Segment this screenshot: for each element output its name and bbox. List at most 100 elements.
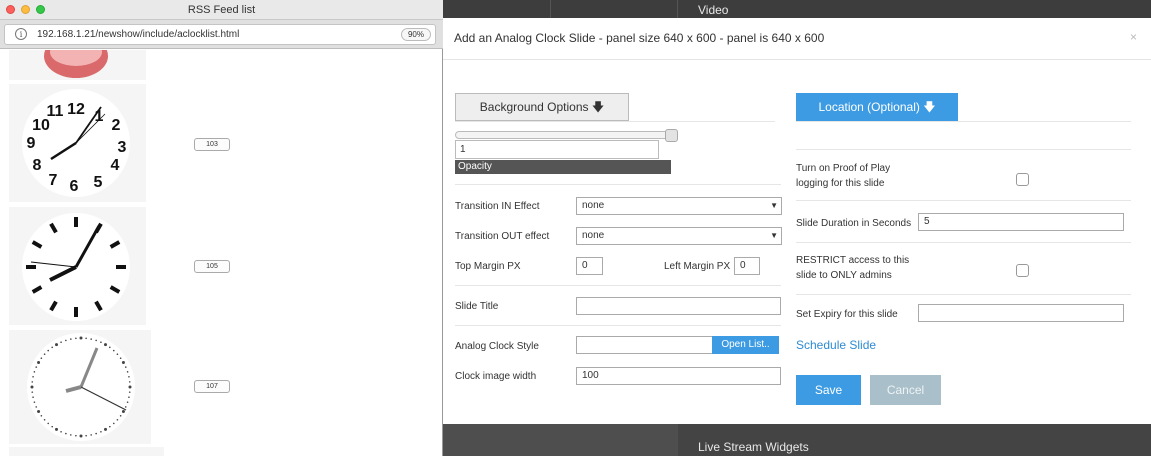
left-margin-label: Left Margin PX xyxy=(664,261,731,272)
url-text: 192.168.1.21/newshow/include/aclocklist.… xyxy=(37,29,240,40)
clock-dot xyxy=(51,425,53,428)
clock-id-button[interactable]: 107 xyxy=(194,380,230,393)
left-margin-input[interactable]: 0 xyxy=(734,257,760,275)
clock-dot xyxy=(95,339,97,342)
clock-dot xyxy=(128,391,131,393)
clock-thumbnail-107[interactable] xyxy=(9,330,151,444)
clock-numeral: 11 xyxy=(47,103,64,120)
analog-clock-style-input[interactable] xyxy=(576,336,713,354)
clock-numeral: 7 xyxy=(49,172,58,189)
zoom-badge[interactable]: 90% xyxy=(401,28,431,41)
clock-numeral: 3 xyxy=(118,139,127,156)
restrict-label-line-1: RESTRICT access to this xyxy=(796,255,910,266)
slide-title-label: Slide Title xyxy=(455,301,499,312)
clock-dot xyxy=(109,346,111,349)
red-clock-icon xyxy=(44,50,108,78)
dotted-clock-icon xyxy=(27,333,135,441)
transition-out-label: Transition OUT effect xyxy=(455,231,550,242)
schedule-slide-link[interactable]: Schedule Slide xyxy=(796,338,876,352)
divider xyxy=(796,121,1131,122)
clock-dot xyxy=(75,337,77,340)
clock-thumbnail-105[interactable] xyxy=(9,207,146,325)
transition-out-select[interactable]: none ▼ xyxy=(576,227,782,245)
chevron-down-icon: ▼ xyxy=(770,201,778,210)
menu-item-video[interactable]: Video xyxy=(678,2,1151,18)
clock-id-button[interactable]: 103 xyxy=(194,138,230,151)
clock-id-button[interactable]: 105 xyxy=(194,260,230,273)
clock-thumbnail[interactable] xyxy=(9,447,164,456)
clock-dot xyxy=(43,418,46,421)
clock-dot xyxy=(116,353,119,356)
clock-dot xyxy=(121,410,125,413)
top-margin-input[interactable]: 0 xyxy=(576,257,603,275)
clock-dot xyxy=(60,341,62,344)
opacity-input[interactable]: 1 xyxy=(455,140,659,159)
opacity-slider-handle[interactable] xyxy=(665,129,678,142)
window-titlebar: RSS Feed list xyxy=(0,0,443,20)
divider xyxy=(796,294,1131,295)
divider xyxy=(796,200,1131,201)
background-panel xyxy=(443,424,678,456)
clock-numeral: 5 xyxy=(94,174,103,191)
clock-dot xyxy=(55,343,58,347)
cancel-button[interactable]: Cancel xyxy=(870,375,941,405)
clock-numeral: 6 xyxy=(70,178,79,195)
divider xyxy=(455,184,781,185)
clock-dot xyxy=(75,434,77,437)
top-margin-label: Top Margin PX xyxy=(455,261,521,272)
transition-in-select[interactable]: none ▼ xyxy=(576,197,782,215)
menu-item-live-stream-widgets[interactable]: Live Stream Widgets xyxy=(678,438,1151,456)
expiry-label: Set Expiry for this slide xyxy=(796,309,898,320)
opacity-slider-track[interactable] xyxy=(455,131,677,139)
bar-marker-clock-icon xyxy=(22,213,130,321)
opacity-label: Opacity xyxy=(455,160,671,174)
clock-numeral: 9 xyxy=(27,135,36,152)
clock-dot xyxy=(85,337,87,340)
clock-dot xyxy=(51,346,53,349)
clock-dot xyxy=(100,341,102,344)
close-icon[interactable]: × xyxy=(1130,30,1137,44)
info-icon[interactable]: i xyxy=(15,28,27,40)
clock-thumbnail-103[interactable]: 12 1 2 3 4 5 6 7 8 9 10 11 xyxy=(9,84,146,202)
clock-dot xyxy=(35,366,38,368)
proof-of-play-label-line-1: Turn on Proof of Play xyxy=(796,163,891,174)
location-button[interactable]: Location (Optional) 🡇 xyxy=(796,93,958,121)
divider xyxy=(796,242,1131,243)
clock-dot xyxy=(104,427,107,431)
transition-in-label: Transition IN Effect xyxy=(455,201,540,212)
modal-header: Add an Analog Clock Slide - panel size 6… xyxy=(443,18,1151,60)
clock-image-width-input[interactable]: 100 xyxy=(576,367,781,385)
proof-of-play-checkbox[interactable] xyxy=(1016,173,1029,186)
clock-dot xyxy=(104,343,107,347)
expiry-input[interactable] xyxy=(918,304,1124,322)
divider xyxy=(796,149,1131,150)
restrict-admins-checkbox[interactable] xyxy=(1016,264,1029,277)
clock-dot xyxy=(109,425,111,428)
browser-window: RSS Feed list i 192.168.1.21/newshow/inc… xyxy=(0,0,443,456)
address-bar: i 192.168.1.21/newshow/include/aclocklis… xyxy=(0,20,443,49)
clock-dot xyxy=(31,381,34,383)
clock-dot xyxy=(128,381,131,383)
clock-dot xyxy=(79,434,83,438)
clock-thumbnail[interactable] xyxy=(9,50,146,80)
clock-dot xyxy=(90,338,92,340)
clock-dot xyxy=(35,406,38,408)
clock-dot xyxy=(128,376,130,378)
numbered-clock-icon: 12 1 2 3 4 5 6 7 8 9 10 11 xyxy=(22,89,130,197)
slide-duration-input[interactable]: 5 xyxy=(918,213,1124,231)
open-list-button[interactable]: Open List.. xyxy=(712,336,779,354)
clock-dot xyxy=(95,432,97,435)
clock-numeral: 4 xyxy=(111,157,120,174)
background-options-button[interactable]: Background Options 🡇 xyxy=(455,93,629,121)
save-button[interactable]: Save xyxy=(796,375,861,405)
clock-dot xyxy=(32,376,34,378)
clock-dot xyxy=(43,353,46,356)
slide-duration-label: Slide Duration in Seconds xyxy=(796,218,912,229)
slide-title-input[interactable] xyxy=(576,297,781,315)
clock-image-width-label: Clock image width xyxy=(455,371,537,382)
clock-dot xyxy=(100,430,102,433)
clock-dot xyxy=(30,385,34,389)
url-field[interactable]: i 192.168.1.21/newshow/include/aclocklis… xyxy=(4,24,436,45)
clock-dot xyxy=(128,385,132,389)
background-topbar-segment xyxy=(443,0,551,18)
